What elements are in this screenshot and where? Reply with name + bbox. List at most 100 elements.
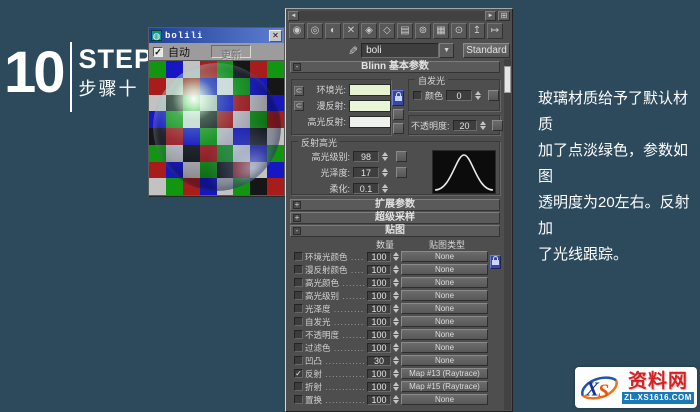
maps-ambient-diffuse-lock-icon[interactable] [490, 255, 501, 269]
opacity-spinner[interactable] [479, 121, 486, 130]
go-forward-to-sibling-icon[interactable]: ↦ [487, 23, 503, 39]
rollout-collapse-icon[interactable]: + [293, 214, 301, 222]
map-amount-spinner[interactable] [393, 265, 399, 274]
material-id-channel-icon[interactable]: ⊚ [415, 23, 431, 39]
map-amount-field[interactable]: 100 [367, 368, 391, 379]
glossiness-field[interactable]: 17 [353, 167, 379, 178]
map-amount-spinner[interactable] [393, 395, 399, 404]
rollout-blinn-basic-params[interactable]: - Blinn 基本参数 [290, 61, 500, 73]
map-amount-spinner[interactable] [393, 291, 399, 300]
map-amount-spinner[interactable] [393, 356, 399, 365]
selfillum-value-field[interactable]: 0 [446, 90, 473, 101]
rollout-bar[interactable]: - 贴图 [290, 225, 500, 237]
map-slot-button[interactable]: None [401, 329, 488, 340]
panel-scrollbar-thumb[interactable] [504, 66, 511, 93]
map-enable-checkbox[interactable] [294, 343, 303, 352]
map-amount-spinner[interactable] [393, 252, 399, 261]
map-slot-button[interactable]: None [401, 316, 488, 327]
auto-checkbox[interactable]: ✓ [153, 46, 163, 57]
scroll-right-icon[interactable]: ► [485, 11, 496, 21]
ambient-color-swatch[interactable] [349, 83, 391, 96]
map-enable-checkbox[interactable] [294, 278, 303, 287]
pan-icon[interactable]: ⊞ [498, 11, 510, 21]
glossiness-spinner[interactable] [382, 168, 388, 177]
make-material-copy-icon[interactable]: ◈ [361, 23, 377, 39]
map-amount-spinner[interactable] [393, 304, 399, 313]
ambient-diffuse-lock-toggle[interactable]: ⊂ [294, 86, 304, 96]
map-amount-field[interactable]: 100 [367, 329, 391, 340]
rollout-collapse-icon[interactable]: - [293, 63, 301, 71]
map-enable-checkbox[interactable] [294, 330, 303, 339]
map-amount-field[interactable]: 30 [367, 355, 391, 366]
material-name-combo[interactable]: boli ▼ [361, 43, 455, 58]
soften-field[interactable]: 0.1 [353, 183, 379, 194]
map-enable-checkbox[interactable] [294, 317, 303, 326]
map-slot-button[interactable]: None [401, 290, 488, 301]
rollout-bar[interactable]: + 扩展参数 [290, 199, 500, 211]
specular-level-spinner[interactable] [382, 152, 388, 161]
map-slot-button[interactable]: None [401, 277, 488, 288]
opacity-map-button[interactable] [491, 120, 503, 131]
map-amount-field[interactable]: 100 [367, 290, 391, 301]
map-enable-checkbox[interactable] [294, 252, 303, 261]
put-material-to-scene-icon[interactable]: ◎ [307, 23, 323, 39]
map-amount-field[interactable]: 100 [367, 381, 391, 392]
map-slot-button[interactable]: None [401, 264, 488, 275]
close-icon[interactable]: ✕ [269, 29, 282, 42]
map-amount-field[interactable]: 100 [367, 264, 391, 275]
map-slot-button[interactable]: Map #15 (Raytrace) [401, 381, 488, 392]
selfillum-map-button[interactable] [488, 90, 500, 101]
diffuse-specular-lock-toggle[interactable]: ⊂ [294, 101, 304, 111]
show-map-in-viewport-icon[interactable]: ▦ [433, 23, 449, 39]
diffuse-map-shortcut-button[interactable] [393, 109, 404, 120]
rollout-collapse-icon[interactable]: - [293, 227, 301, 235]
map-enable-checkbox[interactable]: ✓ [294, 369, 303, 378]
make-unique-icon[interactable]: ◇ [379, 23, 395, 39]
rollout-bar[interactable]: + 超级采样 [290, 212, 500, 224]
opacity-value-field[interactable]: 20 [452, 120, 477, 131]
soften-spinner[interactable] [382, 184, 388, 193]
map-amount-spinner[interactable] [393, 278, 399, 287]
go-to-parent-icon[interactable]: ↥ [469, 23, 485, 39]
map-enable-checkbox[interactable] [294, 265, 303, 274]
map-enable-checkbox[interactable] [294, 382, 303, 391]
specular-map-shortcut-button[interactable] [393, 123, 404, 134]
glossiness-map-button[interactable] [396, 167, 407, 178]
scrollbar-track[interactable] [299, 11, 485, 21]
map-amount-field[interactable]: 100 [367, 251, 391, 262]
sample-slots-scrollbar[interactable]: ◄ ► ⊞ [288, 11, 510, 21]
map-amount-spinner[interactable] [393, 369, 399, 378]
specular-color-swatch[interactable] [349, 115, 391, 128]
assign-material-to-selection-icon[interactable]: ◐ [325, 23, 341, 39]
map-slot-button[interactable]: Map #13 (Raytrace) [401, 368, 488, 379]
selfillum-color-checkbox[interactable] [413, 91, 422, 100]
map-enable-checkbox[interactable] [294, 304, 303, 313]
map-slot-button[interactable]: None [401, 355, 488, 366]
panel-scrollbar[interactable] [504, 59, 511, 410]
diffuse-color-swatch[interactable] [349, 99, 391, 112]
specular-level-map-button[interactable] [396, 151, 407, 162]
map-amount-spinner[interactable] [393, 317, 399, 326]
map-slot-button[interactable]: None [401, 342, 488, 353]
preview-titlebar[interactable]: ◍ bolili ✕ [149, 28, 284, 43]
rollout-collapse-icon[interactable]: + [293, 201, 301, 209]
map-amount-field[interactable]: 100 [367, 316, 391, 327]
reset-map-icon[interactable]: ✕ [343, 23, 359, 39]
show-end-result-icon[interactable]: ⊙ [451, 23, 467, 39]
map-slot-button[interactable]: None [401, 394, 488, 405]
ambient-diffuse-lock-icon[interactable] [392, 90, 404, 106]
map-amount-field[interactable]: 100 [367, 303, 391, 314]
map-slot-button[interactable]: None [401, 303, 488, 314]
selfillum-spinner[interactable] [475, 91, 482, 100]
map-amount-spinner[interactable] [393, 382, 399, 391]
material-type-button[interactable]: Standard [463, 43, 510, 58]
map-amount-field[interactable]: 100 [367, 394, 391, 405]
chevron-down-icon[interactable]: ▼ [439, 43, 455, 58]
get-material-icon[interactable]: ◉ [289, 23, 305, 39]
map-enable-checkbox[interactable] [294, 291, 303, 300]
update-button[interactable]: 更新 [211, 45, 251, 61]
scroll-left-icon[interactable]: ◄ [288, 11, 299, 21]
map-amount-field[interactable]: 100 [367, 277, 391, 288]
eyedropper-icon[interactable]: ✎ [348, 44, 358, 58]
map-slot-button[interactable]: None [401, 251, 488, 262]
